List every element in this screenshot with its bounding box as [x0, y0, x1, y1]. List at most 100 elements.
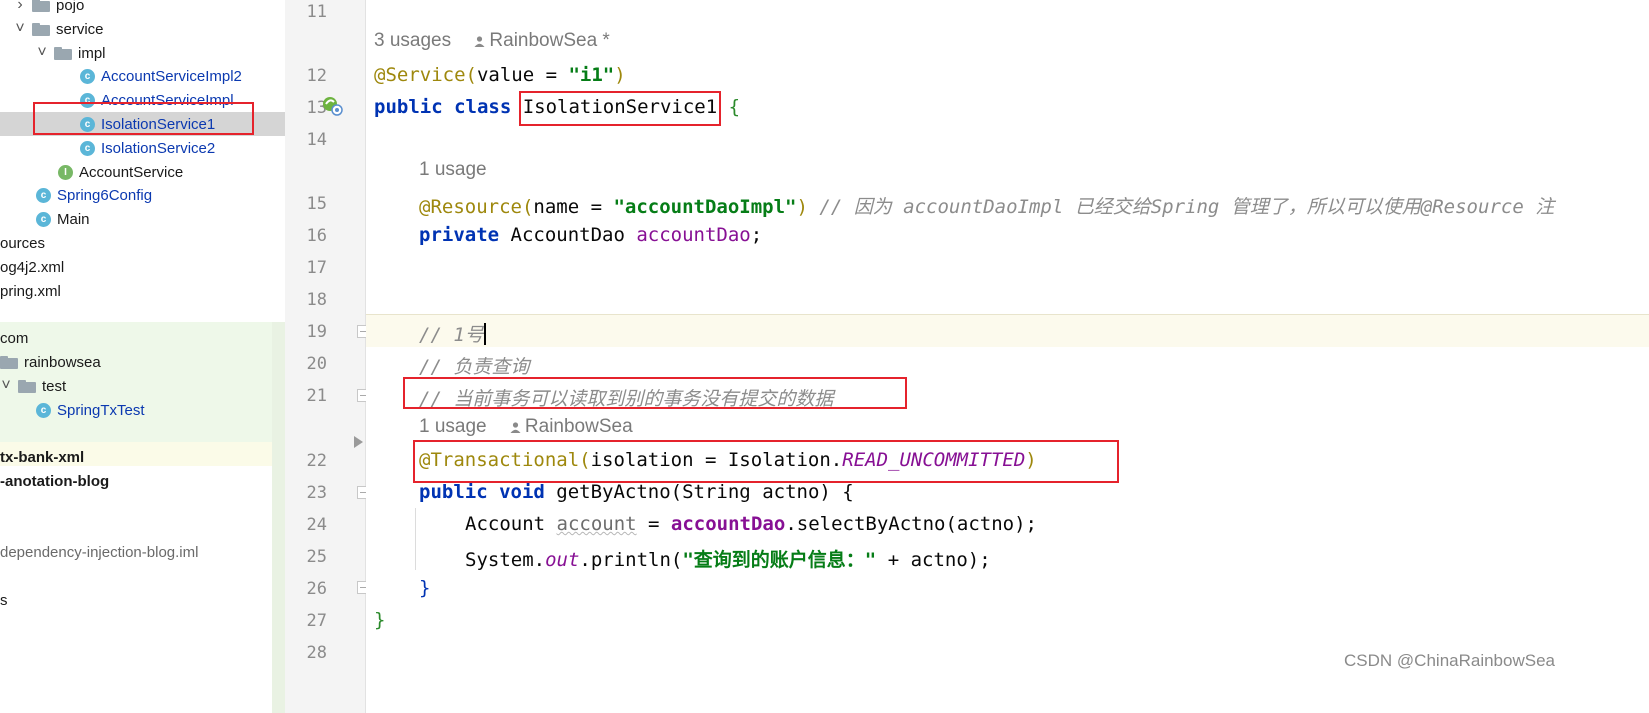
folder-icon	[18, 379, 36, 393]
tree-item-label: service	[56, 20, 104, 38]
line-number[interactable]: 19	[285, 322, 327, 342]
tree-item-label: AccountService	[79, 163, 184, 181]
tree-item-label: s	[0, 591, 8, 609]
line-number[interactable]: 18	[285, 290, 327, 310]
chevron-down-icon[interactable]: ˅	[36, 44, 48, 62]
tree-item[interactable]: -anotation-blog	[0, 469, 285, 493]
line-number[interactable]: 17	[285, 258, 327, 278]
usages-count[interactable]: 1 usage	[419, 159, 487, 180]
line-number[interactable]: 25	[285, 547, 327, 567]
tree-item[interactable]: s	[0, 588, 285, 612]
tree-item[interactable]: c Main	[0, 207, 285, 231]
code-line-20: // 负责查询	[419, 356, 530, 378]
highlight-box-transactional	[413, 440, 1119, 483]
line-number[interactable]: 22	[285, 451, 327, 471]
code-editor[interactable]: 3 usages RainbowSea * @Service(value = "…	[366, 0, 1649, 713]
line-number[interactable]: 20	[285, 354, 327, 374]
usages-hint-method[interactable]: 1 usage RainbowSea	[419, 416, 633, 438]
tree-item-label: pojo	[56, 0, 85, 14]
tree-item-label: og4j2.xml	[0, 258, 65, 276]
line-number[interactable]: 23	[285, 483, 327, 503]
tree-item[interactable]: ˅ impl	[0, 41, 285, 65]
class-icon: c	[36, 187, 51, 203]
line-number[interactable]: 28	[285, 643, 327, 663]
tree-item[interactable]: rainbowsea	[0, 350, 285, 374]
highlight-box-tree-isolationservice1	[33, 102, 254, 135]
code-line-19: // 1号	[419, 323, 486, 346]
code-line-27: }	[374, 609, 386, 631]
text-caret	[483, 323, 486, 345]
tree-item-label: -anotation-blog	[0, 472, 110, 490]
tree-item-label: test	[42, 377, 67, 395]
folder-icon	[32, 22, 50, 36]
code-line-23: public void getByActno(String actno) {	[419, 481, 854, 503]
code-line-15: @Resource(name = "accountDaoImpl") // 因为…	[419, 196, 1555, 218]
tree-item-label: SpringTxTest	[57, 401, 145, 419]
tree-item[interactable]: dependency-injection-blog.iml	[0, 540, 285, 564]
tree-item-label: ources	[0, 234, 46, 252]
folder-icon	[54, 46, 72, 60]
line-number[interactable]: 12	[285, 66, 327, 86]
tree-item	[0, 421, 285, 445]
highlight-box-comment	[403, 377, 907, 409]
line-number[interactable]: 14	[285, 130, 327, 150]
person-icon	[510, 422, 521, 433]
usages-count[interactable]: 3 usages	[374, 30, 451, 51]
tree-item[interactable]: tx-bank-xml	[0, 445, 285, 469]
line-number[interactable]: 27	[285, 611, 327, 631]
tree-item-label: dependency-injection-blog.iml	[0, 543, 199, 561]
tree-item	[0, 564, 285, 588]
tree-item	[0, 302, 285, 326]
code-line-26: }	[419, 577, 431, 599]
tree-item-label: rainbowsea	[24, 353, 101, 371]
class-icon: c	[80, 140, 95, 156]
tree-item-label: Spring6Config	[57, 186, 153, 204]
tree-item-label: AccountServiceImpl2	[101, 67, 242, 85]
tree-item[interactable]: c Spring6Config	[0, 183, 285, 207]
usages-hint-class[interactable]: 3 usages RainbowSea *	[374, 30, 610, 52]
tree-item-label: com	[0, 329, 29, 347]
author-hint[interactable]: RainbowSea *	[489, 30, 609, 51]
author-hint[interactable]: RainbowSea	[525, 416, 633, 437]
chevron-right-icon[interactable]: ›	[14, 0, 26, 14]
spring-bean-icon[interactable]	[321, 94, 343, 116]
tree-item[interactable]: ˅ test	[0, 374, 285, 398]
current-line-highlight	[366, 314, 1649, 347]
tree-item[interactable]: ˅ service	[0, 17, 285, 41]
tree-item[interactable]: c AccountServiceImpl2	[0, 64, 285, 88]
chevron-down-icon[interactable]: ˅	[14, 20, 26, 38]
line-number[interactable]: 15	[285, 194, 327, 214]
runnable-class-icon: c	[36, 211, 51, 227]
tree-item-label: impl	[78, 44, 106, 62]
line-number[interactable]: 11	[285, 2, 327, 22]
tree-item[interactable]: og4j2.xml	[0, 255, 285, 279]
tree-item	[0, 517, 285, 541]
tree-item-label: tx-bank-xml	[0, 448, 85, 466]
test-class-icon: c	[36, 402, 51, 418]
tree-item[interactable]: pring.xml	[0, 279, 285, 303]
tree-item-label: Main	[57, 210, 90, 228]
watermark: CSDN @ChinaRainbowSea	[1344, 651, 1555, 670]
tree-item[interactable]: ources	[0, 231, 285, 255]
indent-guide	[415, 508, 416, 570]
person-icon	[474, 36, 485, 47]
chevron-down-icon[interactable]: ˅	[0, 377, 12, 395]
usages-hint-field[interactable]: 1 usage	[419, 159, 487, 181]
line-number[interactable]: 24	[285, 515, 327, 535]
tree-item-label: IsolationService2	[101, 139, 216, 157]
tree-item[interactable]: c IsolationService2	[0, 136, 285, 160]
usages-count[interactable]: 1 usage	[419, 416, 487, 437]
tree-item[interactable]: c SpringTxTest	[0, 398, 285, 422]
tree-item[interactable]: com	[0, 326, 285, 350]
folder-icon	[32, 0, 50, 12]
tree-item	[0, 493, 285, 517]
line-number[interactable]: 21	[285, 386, 327, 406]
line-number[interactable]: 16	[285, 226, 327, 246]
tree-item[interactable]: › pojo	[0, 0, 285, 17]
tree-item[interactable]: I AccountService	[0, 160, 285, 184]
line-number[interactable]: 26	[285, 579, 327, 599]
folder-icon	[0, 355, 18, 369]
run-gutter-icon[interactable]	[354, 436, 363, 448]
code-line-16: private AccountDao accountDao;	[419, 224, 763, 246]
tree-item-label: pring.xml	[0, 282, 61, 300]
